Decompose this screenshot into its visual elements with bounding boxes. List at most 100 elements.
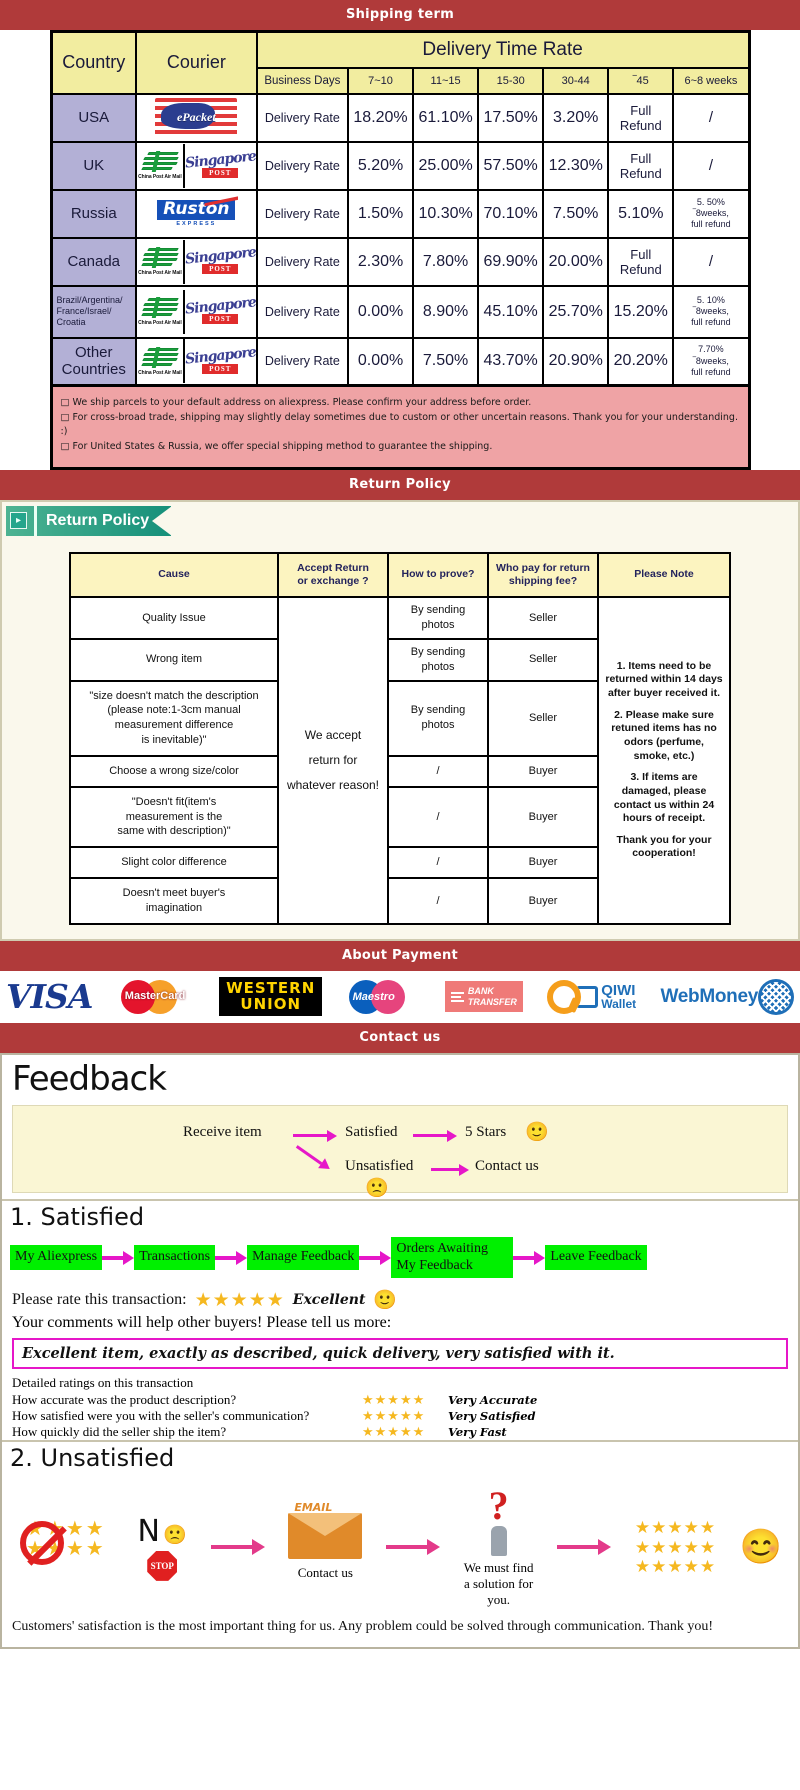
flow-receive-item: Receive item (183, 1123, 262, 1140)
shipping-note: For cross-broad trade, shipping may slig… (61, 411, 740, 440)
detailed-rating-question: How satisfied were you with the seller's… (12, 1408, 310, 1424)
return-cause-cell: Choose a wrong size/color (69, 754, 279, 788)
shipping-rate-value: 5. 10% ‾8weeks, full refund (672, 284, 750, 339)
please-note-item: 2. Please make sure retuned items has no… (611, 708, 717, 762)
feedback-step[interactable]: Transactions (134, 1245, 216, 1270)
return-policy-tab: ▸ Return Policy (6, 505, 173, 536)
th-range-2: 15-30 (477, 67, 545, 95)
arrow-to-solution (386, 1539, 441, 1556)
rate-transaction-row: Please rate this transaction: ★★★★★ Exce… (2, 1284, 798, 1312)
shipping-rate-value: 0.00% (346, 336, 415, 387)
shipping-rate-value: 0.00% (346, 284, 415, 339)
stop-sign-icon: STOP (147, 1550, 178, 1581)
rating-stars[interactable]: ★★★★★ (195, 1289, 285, 1312)
shipping-rate-label: Delivery Rate (255, 284, 350, 339)
person-icon (490, 1526, 507, 1557)
shipping-rate-value: / (672, 140, 750, 191)
flow-five-stars: 5 Stars (465, 1123, 507, 1140)
unsatisfied-heading: 2. Unsatisfied (2, 1440, 798, 1476)
th-accept-return: Accept Return or exchange ? (277, 551, 389, 599)
how-to-prove-cell: By sending photos (387, 596, 489, 640)
arrow-to-email (210, 1539, 265, 1556)
shipping-rate-value: 15.20% (607, 284, 675, 339)
shipping-country-cell: UK (50, 140, 137, 191)
big-smile-icon: 😊 (739, 1529, 783, 1567)
shipping-notes: We ship parcels to your default address … (49, 387, 751, 470)
shipping-term-banner: Shipping term (0, 0, 800, 30)
shipping-rate-value: / (672, 92, 750, 143)
payment-logo-mastercard: MasterCard (117, 977, 195, 1017)
closing-statement: Customers' satisfaction is the most impo… (12, 1619, 714, 1635)
letter-n-label: N (137, 1513, 160, 1549)
please-note-item: 3. If items are damaged, please contact … (613, 771, 715, 825)
detailed-ratings-list: How accurate was the product description… (2, 1392, 798, 1440)
sad-face-icon: 🙁 (365, 1177, 389, 1199)
detailed-rating-stars[interactable]: ★★★★★ (362, 1424, 448, 1440)
shipping-row: Russia Ruston EXPRESS Delivery Rate 1.50% 10.… (50, 188, 750, 239)
smile-face-icon: 🙂 (373, 1290, 398, 1312)
contact-us-banner: Contact us (0, 1022, 800, 1053)
shipping-rate-label: Delivery Rate (255, 336, 350, 387)
shipping-rate-value: 5. 50% ‾8weeks, full refund (672, 188, 750, 239)
feedback-title: Feedback (12, 1058, 167, 1099)
sample-comment-box: Excellent item, exactly as described, qu… (12, 1338, 788, 1370)
shipping-rate-value: 25.70% (542, 284, 610, 339)
shipping-rate-value: 18.20% (346, 92, 415, 143)
shipping-row: Brazil/Argentina/ France/Israel/ Croatia… (50, 284, 750, 339)
feedback-step[interactable]: My Aliexpress (10, 1245, 103, 1270)
shipping-rate-label: Delivery Rate (255, 236, 350, 287)
flow-satisfied: Satisfied (345, 1123, 398, 1140)
shipping-courier-cell: China Post Air Mail Singapore POST (135, 140, 258, 191)
th-range-4: ‾45 (607, 67, 675, 95)
shipping-country-cell: Other Countries (50, 336, 137, 387)
maestro-icon: Maestro (347, 977, 421, 1017)
shipping-rate-value: 1.50% (346, 188, 415, 239)
who-pays-cell: Buyer (487, 846, 599, 880)
th-courier: Courier (135, 30, 258, 95)
rate-transaction-label: Please rate this transaction: (12, 1291, 187, 1309)
return-policy-banner: Return Policy (0, 469, 800, 500)
shipping-rate-value: 57.50% (477, 140, 545, 191)
th-please-note: Please Note (597, 551, 731, 599)
happy-face-icon: 🙂 (525, 1121, 549, 1143)
return-cause-cell: Wrong item (69, 637, 279, 682)
return-policy-body: Quality Issue We accept return for whatev… (69, 596, 731, 925)
shipping-rate-value: 69.90% (477, 236, 545, 287)
return-policy-tab-label: Return Policy (34, 505, 171, 536)
good-rating-block: ★★★★★ ★★★★★ ★★★★★ (635, 1518, 716, 1577)
please-note-cell: 1. Items need to be returned within 14 d… (597, 596, 731, 925)
shipping-table: Country Courier Delivery Time Rate Busin… (49, 30, 751, 387)
shipping-rate-value: 12.30% (542, 140, 610, 191)
detailed-rating-value: Very Satisfied (448, 1409, 536, 1424)
detailed-rating-value: Very Accurate (448, 1393, 538, 1408)
shipping-rate-value: 3.20% (542, 92, 610, 143)
how-to-prove-cell: / (387, 754, 489, 788)
detailed-rating-question: How quickly did the seller ship the item… (12, 1424, 227, 1440)
ruston-express-logo-icon: Ruston EXPRESS (137, 192, 256, 236)
webmoney-globe-icon (758, 978, 794, 1015)
satisfied-steps: My Aliexpress Transactions Manage Feedback… (2, 1235, 798, 1285)
feedback-step[interactable]: Manage Feedback (247, 1245, 360, 1270)
shipping-rate-value: 2.30% (346, 236, 415, 287)
solution-text: We must find a solution for you. (463, 1560, 534, 1608)
final-smile-block: 😊 (740, 1527, 782, 1567)
western-union-icon: WESTERN UNION (219, 977, 323, 1017)
shipping-rate-label: Delivery Rate (255, 188, 350, 239)
how-to-prove-cell: By sending photos (387, 679, 489, 757)
return-cause-cell: Quality Issue (69, 596, 279, 640)
detailed-rating-question: How accurate was the product description… (12, 1392, 237, 1408)
feedback-step[interactable]: Orders Awaiting My Feedback (391, 1236, 514, 1279)
shipping-rate-value: 17.50% (477, 92, 545, 143)
feedback-step[interactable]: Leave Feedback (545, 1245, 647, 1270)
payment-logo-western-union: WESTERN UNION (219, 977, 323, 1017)
shipping-rate-value: 45.10% (477, 284, 545, 339)
visa-icon: VISA (6, 977, 93, 1017)
detailed-rating-stars[interactable]: ★★★★★ (362, 1408, 448, 1424)
tell-us-more-text: Your comments will help other buyers! Pl… (12, 1314, 392, 1332)
singapore-post-logo-icon: Singapore POST (184, 148, 257, 178)
th-range-0: 7~10 (346, 67, 415, 95)
detailed-rating-stars[interactable]: ★★★★★ (362, 1392, 448, 1408)
th-delivery-time-rate: Delivery Time Rate (255, 30, 751, 69)
singapore-post-logo-icon: Singapore POST (184, 244, 257, 274)
solution-block: ? We must find a solution for you. (464, 1486, 534, 1608)
